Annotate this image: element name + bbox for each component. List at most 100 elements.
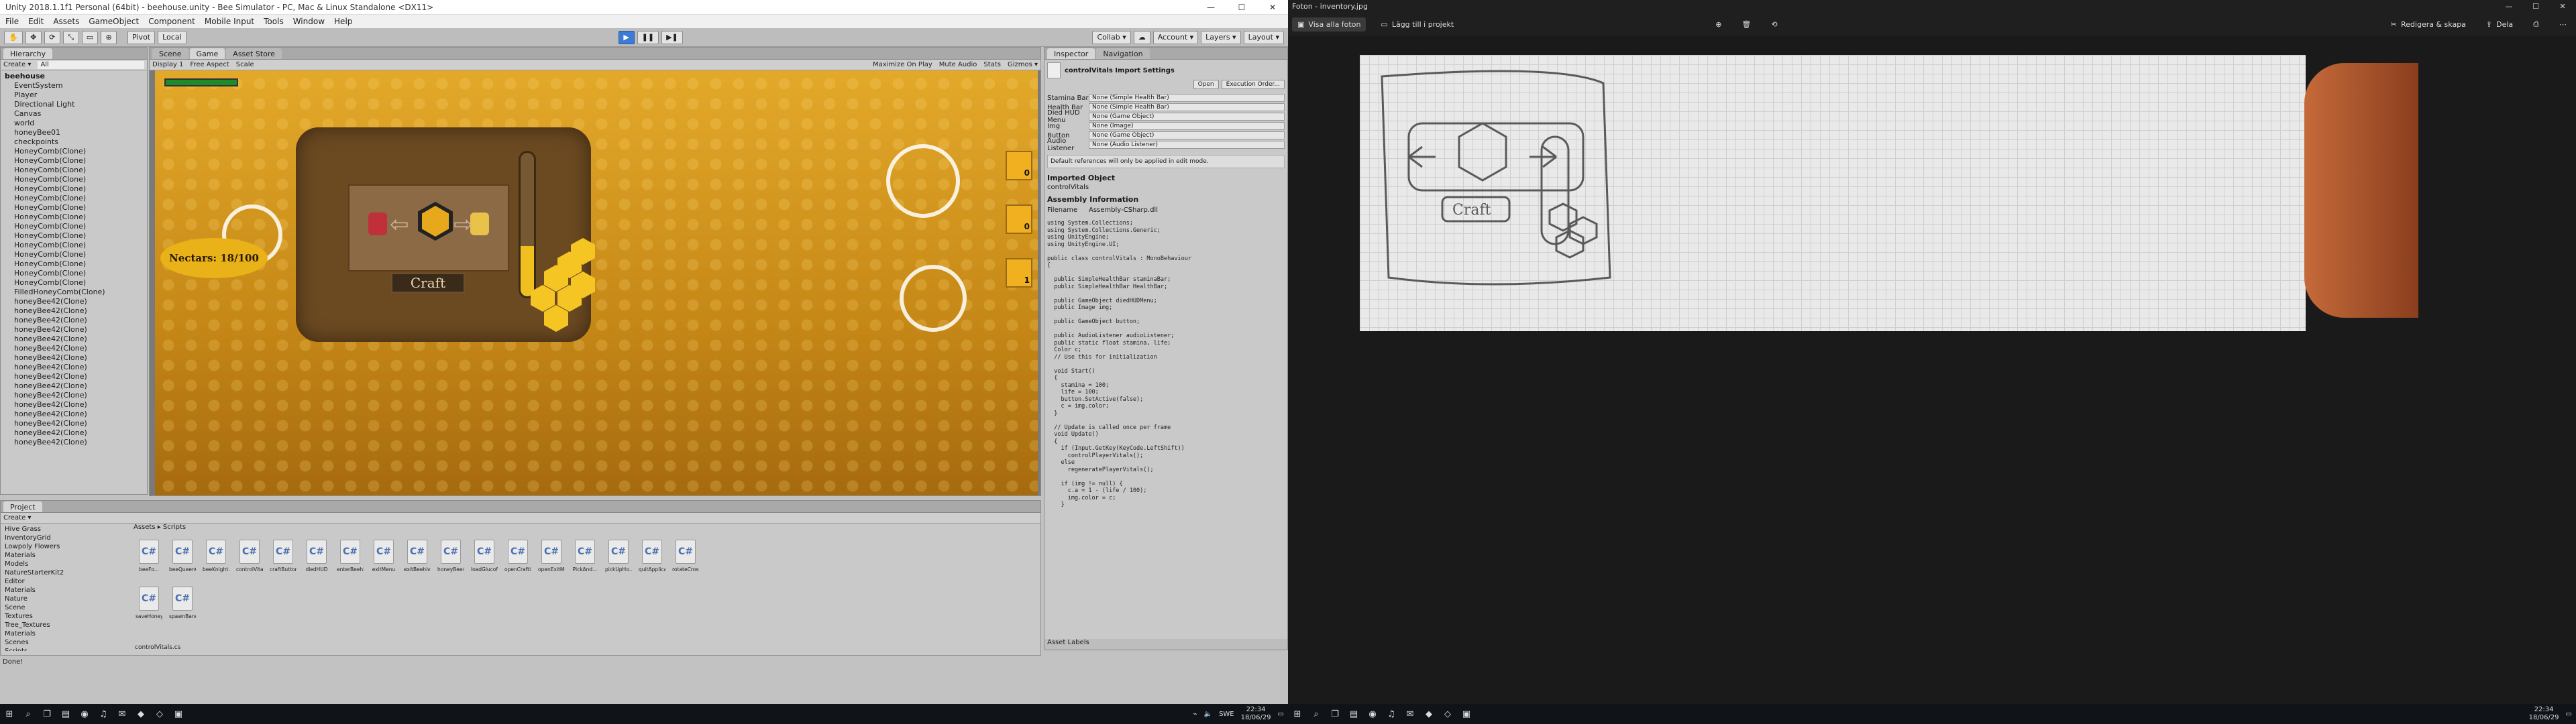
maximize-icon[interactable]: ☐	[1226, 3, 1257, 12]
project-folder[interactable]: Tree_Textures	[5, 621, 124, 629]
maximize-on-play[interactable]: Maximize On Play	[873, 61, 932, 68]
cloud-icon[interactable]: ☁	[1133, 30, 1150, 44]
project-folder[interactable]: Materials	[5, 629, 124, 638]
pause-button[interactable]: ❚❚	[637, 30, 659, 44]
reference-value[interactable]: None (Game Object)	[1089, 113, 1285, 121]
script-asset-icon[interactable]: C#	[608, 540, 629, 564]
script-asset-icon[interactable]: C#	[139, 540, 159, 564]
move-tool-icon[interactable]: ✥	[25, 30, 42, 44]
hierarchy-item[interactable]: honeyBee42(Clone)	[5, 438, 143, 447]
hierarchy-item[interactable]: HoneyComb(Clone)	[5, 147, 143, 156]
hierarchy-item[interactable]: HoneyComb(Clone)	[5, 259, 143, 269]
stats-button[interactable]: Stats	[983, 61, 1001, 68]
layers-dropdown[interactable]: Layers ▾	[1201, 30, 1241, 44]
hierarchy-item[interactable]: Player	[5, 90, 143, 100]
start-icon[interactable]: ⊞	[1292, 709, 1303, 719]
tab-project[interactable]: Project	[3, 501, 42, 512]
mail-icon[interactable]: ✉	[1405, 709, 1415, 719]
unity-icon[interactable]: ◇	[1442, 709, 1453, 719]
script-asset-icon[interactable]: C#	[206, 540, 226, 564]
reference-value[interactable]: None (Simple Health Bar)	[1089, 103, 1285, 111]
app-icon[interactable]: ◆	[136, 709, 146, 719]
hierarchy-item[interactable]: honeyBee01	[5, 128, 143, 137]
minimize-icon[interactable]: —	[2496, 2, 2522, 11]
hierarchy-item[interactable]: honeyBee42(Clone)	[5, 306, 143, 316]
scene-root[interactable]: beehouse	[5, 72, 143, 81]
hierarchy-item[interactable]: FilledHoneyComb(Clone)	[5, 288, 143, 297]
hierarchy-item[interactable]: honeyBee42(Clone)	[5, 428, 143, 438]
hierarchy-item[interactable]: HoneyComb(Clone)	[5, 203, 143, 213]
hierarchy-item[interactable]: Directional Light	[5, 100, 143, 109]
script-asset-icon[interactable]: C#	[642, 540, 662, 564]
tab-navigation[interactable]: Navigation	[1096, 48, 1150, 59]
script-asset-icon[interactable]: C#	[340, 540, 360, 564]
hierarchy-item[interactable]: HoneyComb(Clone)	[5, 156, 143, 166]
hierarchy-item[interactable]: honeyBee42(Clone)	[5, 344, 143, 353]
search-icon[interactable]: ⌕	[23, 709, 34, 719]
menu-window[interactable]: Window	[293, 17, 325, 26]
hierarchy-item[interactable]: honeyBee42(Clone)	[5, 316, 143, 325]
script-asset-icon[interactable]: C#	[441, 540, 461, 564]
play-button[interactable]: ▶	[618, 30, 635, 44]
hierarchy-item[interactable]: honeyBee42(Clone)	[5, 353, 143, 363]
chrome-icon[interactable]: ◉	[79, 709, 90, 719]
hand-tool-icon[interactable]: ✋	[4, 30, 23, 44]
display-select[interactable]: Display 1	[152, 61, 183, 68]
reference-value[interactable]: None (Audio Listener)	[1089, 141, 1285, 149]
edit-create-button[interactable]: ✂ Redigera & skapa	[2385, 17, 2471, 32]
file-explorer-icon[interactable]: ▤	[1348, 709, 1359, 719]
delete-icon[interactable]: 🗑	[1736, 17, 1756, 32]
tab-game[interactable]: Game	[189, 48, 225, 59]
project-create[interactable]: Create ▾	[3, 514, 31, 522]
gizmos-button[interactable]: Gizmos ▾	[1008, 61, 1038, 68]
craft-button[interactable]: Craft	[391, 273, 465, 293]
project-folder[interactable]: Scene	[5, 603, 124, 612]
project-folder[interactable]: Nature	[5, 595, 124, 603]
clock[interactable]: 22:34 18/06/29	[2529, 706, 2559, 722]
photos-icon[interactable]: ▣	[173, 709, 184, 719]
task-view-icon[interactable]: ❐	[1330, 709, 1340, 719]
script-asset-icon[interactable]: C#	[172, 587, 193, 611]
hierarchy-item[interactable]: HoneyComb(Clone)	[5, 241, 143, 250]
menu-edit[interactable]: Edit	[28, 17, 44, 26]
close-icon[interactable]: ✕	[1257, 3, 1288, 12]
hierarchy-item[interactable]: honeyBee42(Clone)	[5, 410, 143, 419]
mute-audio[interactable]: Mute Audio	[939, 61, 977, 68]
hierarchy-item[interactable]: HoneyComb(Clone)	[5, 269, 143, 278]
spotify-icon[interactable]: ♫	[98, 709, 109, 719]
project-folder[interactable]: Materials	[5, 551, 124, 560]
script-asset-icon[interactable]: C#	[239, 540, 260, 564]
tab-asset-store[interactable]: Asset Store	[226, 48, 282, 59]
project-folder[interactable]: InventoryGrid	[5, 534, 124, 542]
spotify-icon[interactable]: ♫	[1386, 709, 1397, 719]
menu-component[interactable]: Component	[148, 17, 195, 26]
inventory-slot-3[interactable]: 1	[1006, 258, 1032, 288]
hierarchy-item[interactable]: honeyBee42(Clone)	[5, 335, 143, 344]
hierarchy-item[interactable]: EventSystem	[5, 81, 143, 90]
tab-hierarchy[interactable]: Hierarchy	[3, 48, 53, 59]
scale-tool-icon[interactable]: ⤡	[62, 30, 79, 44]
menu-gameobject[interactable]: GameObject	[89, 17, 139, 26]
chrome-icon[interactable]: ◉	[1367, 709, 1378, 719]
local-toggle[interactable]: Local	[158, 30, 186, 44]
hierarchy-item[interactable]: honeyBee42(Clone)	[5, 325, 143, 335]
project-folder[interactable]: NatureStarterKit2	[5, 568, 124, 577]
script-asset-icon[interactable]: C#	[172, 540, 193, 564]
more-icon[interactable]: ⋯	[2554, 17, 2572, 32]
script-asset-icon[interactable]: C#	[374, 540, 394, 564]
hierarchy-item[interactable]: honeyBee42(Clone)	[5, 363, 143, 372]
menu-assets[interactable]: Assets	[53, 17, 79, 26]
arrow-left-icon[interactable]: ⇦	[390, 211, 409, 238]
hierarchy-item[interactable]: HoneyComb(Clone)	[5, 231, 143, 241]
layout-dropdown[interactable]: Layout ▾	[1243, 30, 1284, 44]
tab-scene[interactable]: Scene	[152, 48, 189, 59]
add-to-project-button[interactable]: ▭ Lägg till i projekt	[1375, 17, 1459, 32]
notifications-icon[interactable]: ▭	[1278, 711, 1284, 718]
account-dropdown[interactable]: Account ▾	[1152, 30, 1199, 44]
clock[interactable]: 22:34 18/06/29	[1241, 706, 1271, 722]
hierarchy-item[interactable]: honeyBee42(Clone)	[5, 419, 143, 428]
script-asset-icon[interactable]: C#	[676, 540, 696, 564]
aspect-select[interactable]: Free Aspect	[190, 61, 229, 68]
hierarchy-item[interactable]: HoneyComb(Clone)	[5, 278, 143, 288]
rect-tool-icon[interactable]: ▭	[81, 30, 99, 44]
